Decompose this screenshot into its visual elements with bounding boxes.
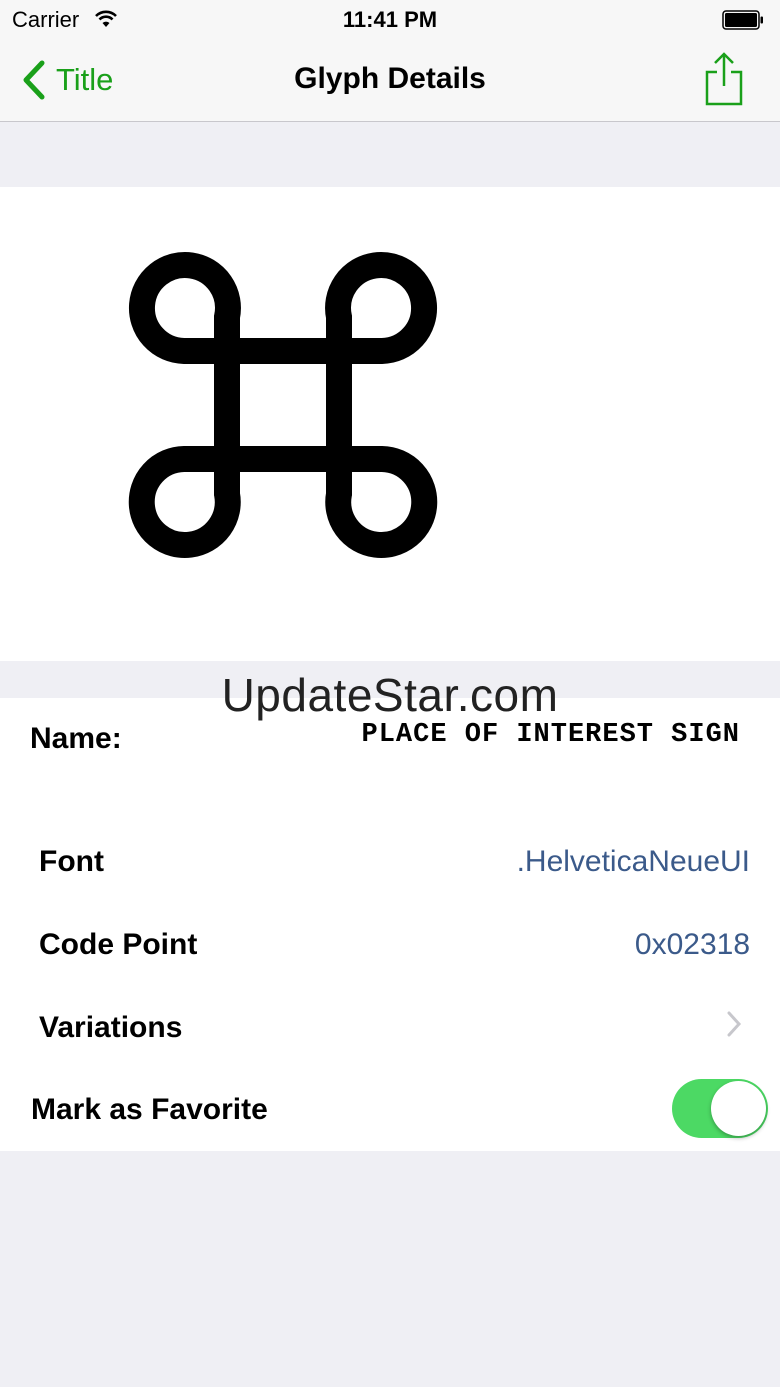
page-title: Glyph Details bbox=[294, 62, 486, 95]
code-point-row[interactable]: Code Point 0x02318 bbox=[0, 906, 780, 986]
watermark-text: UpdateStar.com bbox=[221, 669, 559, 721]
font-label: Font bbox=[39, 845, 104, 878]
status-bar: Carrier 11:41 PM bbox=[0, 0, 780, 40]
toggle-knob bbox=[711, 1081, 766, 1136]
favorite-row: Mark as Favorite bbox=[0, 1071, 780, 1151]
code-point-value: 0x02318 bbox=[634, 928, 750, 961]
favorite-toggle[interactable] bbox=[672, 1079, 768, 1138]
font-value: .HelveticaNeueUI bbox=[516, 845, 750, 878]
favorite-label: Mark as Favorite bbox=[31, 1093, 268, 1126]
chevron-right-icon bbox=[727, 1011, 742, 1037]
navigation-bar: Title Glyph Details bbox=[0, 40, 780, 122]
share-icon[interactable] bbox=[700, 50, 748, 108]
place-of-interest-sign-icon bbox=[128, 252, 438, 558]
code-point-label: Code Point bbox=[39, 928, 198, 961]
battery-icon bbox=[722, 10, 763, 30]
glyph-name-value: PLACE OF INTEREST SIGN bbox=[361, 720, 740, 750]
name-label: Name: bbox=[30, 722, 122, 755]
details-section: Name: PLACE OF INTEREST SIGN Font .Helve… bbox=[0, 698, 780, 1151]
status-time: 11:41 PM bbox=[342, 7, 438, 32]
font-row[interactable]: Font .HelveticaNeueUI bbox=[0, 823, 780, 903]
variations-label: Variations bbox=[39, 1011, 183, 1044]
variations-row[interactable]: Variations bbox=[0, 989, 780, 1069]
